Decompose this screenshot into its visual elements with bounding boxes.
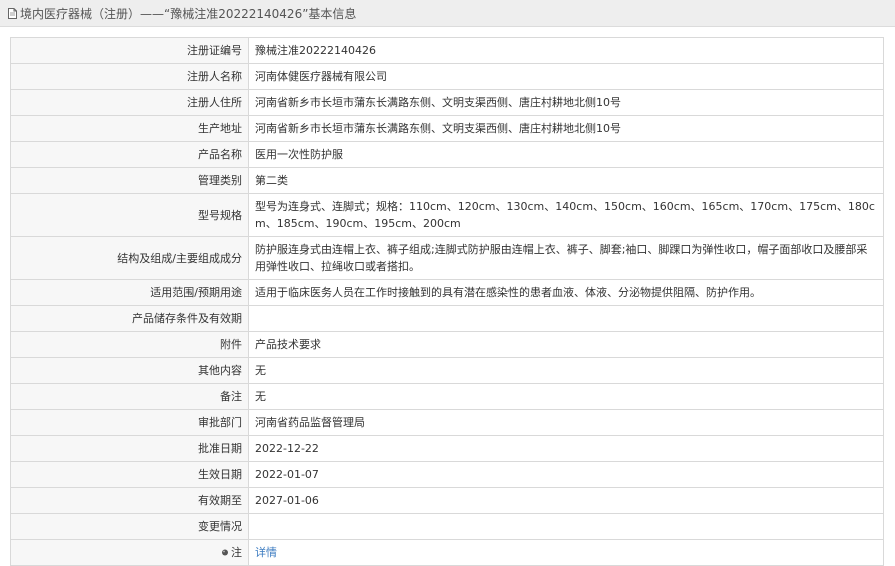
field-value: 第二类 (248, 167, 884, 194)
table-row: 备注 无 (10, 383, 884, 410)
field-label: 管理类别 (10, 167, 249, 194)
field-label: 适用范围/预期用途 (10, 279, 249, 306)
field-value: 河南省新乡市长垣市蒲东长满路东侧、文明支渠西侧、唐庄村耕地北侧10号 (248, 89, 884, 116)
table-row: 适用范围/预期用途 适用于临床医务人员在工作时接触到的具有潜在感染性的患者血液、… (10, 279, 884, 306)
field-label: 有效期至 (10, 487, 249, 514)
field-value: 豫械注准20222140426 (248, 37, 884, 64)
table-row: 其他内容 无 (10, 357, 884, 384)
table-row: 生产地址 河南省新乡市长垣市蒲东长满路东侧、文明支渠西侧、唐庄村耕地北侧10号 (10, 115, 884, 142)
field-label: 注册证编号 (10, 37, 249, 64)
field-label: 生产地址 (10, 115, 249, 142)
field-value: 适用于临床医务人员在工作时接触到的具有潜在感染性的患者血液、体液、分泌物提供阻隔… (248, 279, 884, 306)
table-row: 注册人住所 河南省新乡市长垣市蒲东长满路东侧、文明支渠西侧、唐庄村耕地北侧10号 (10, 89, 884, 116)
field-value (248, 513, 884, 540)
table-row: 管理类别 第二类 (10, 167, 884, 194)
note-label: 注 (231, 546, 242, 559)
info-table-container: 注册证编号 豫械注准20222140426 注册人名称 河南体健医疗器械有限公司… (10, 37, 884, 566)
field-value: 防护服连身式由连帽上衣、裤子组成;连脚式防护服由连帽上衣、裤子、脚套;袖口、脚踝… (248, 236, 884, 280)
field-label: 结构及组成/主要组成成分 (10, 236, 249, 280)
field-label: 审批部门 (10, 409, 249, 436)
field-label: 注册人名称 (10, 63, 249, 90)
table-row: 变更情况 (10, 513, 884, 540)
table-row: 附件 产品技术要求 (10, 331, 884, 358)
table-row: 型号规格 型号为连身式、连脚式；规格：110cm、120cm、130cm、140… (10, 193, 884, 237)
field-value: 型号为连身式、连脚式；规格：110cm、120cm、130cm、140cm、15… (248, 193, 884, 237)
field-value: 河南省新乡市长垣市蒲东长满路东侧、文明支渠西侧、唐庄村耕地北侧10号 (248, 115, 884, 142)
pin-icon (221, 545, 229, 556)
table-row: 产品储存条件及有效期 (10, 305, 884, 332)
page-header: 境内医疗器械（注册）——“豫械注准20222140426”基本信息 (0, 0, 895, 27)
field-label: 批准日期 (10, 435, 249, 462)
table-row: 批准日期 2022-12-22 (10, 435, 884, 462)
field-label: 产品名称 (10, 141, 249, 168)
field-value: 河南省药品监督管理局 (248, 409, 884, 436)
field-label: 产品储存条件及有效期 (10, 305, 249, 332)
field-label: 注册人住所 (10, 89, 249, 116)
field-label: 其他内容 (10, 357, 249, 384)
field-value: 医用一次性防护服 (248, 141, 884, 168)
field-value: 无 (248, 357, 884, 384)
field-value: 2027-01-06 (248, 487, 884, 514)
table-row-note: 注 详情 (10, 539, 884, 566)
field-label: 变更情况 (10, 513, 249, 540)
table-row: 注册人名称 河南体健医疗器械有限公司 (10, 63, 884, 90)
field-value: 无 (248, 383, 884, 410)
field-value: 河南体健医疗器械有限公司 (248, 63, 884, 90)
field-label: 生效日期 (10, 461, 249, 488)
field-value: 2022-12-22 (248, 435, 884, 462)
field-label: 备注 (10, 383, 249, 410)
field-value: 2022-01-07 (248, 461, 884, 488)
table-row: 有效期至 2027-01-06 (10, 487, 884, 514)
table-row: 生效日期 2022-01-07 (10, 461, 884, 488)
table-row: 审批部门 河南省药品监督管理局 (10, 409, 884, 436)
field-value: 产品技术要求 (248, 331, 884, 358)
note-value-cell: 详情 (248, 539, 884, 566)
field-label: 附件 (10, 331, 249, 358)
note-label-cell: 注 (10, 539, 249, 566)
table-row: 注册证编号 豫械注准20222140426 (10, 37, 884, 64)
field-label: 型号规格 (10, 193, 249, 237)
table-row: 结构及组成/主要组成成分 防护服连身式由连帽上衣、裤子组成;连脚式防护服由连帽上… (10, 236, 884, 280)
details-link[interactable]: 详情 (255, 546, 277, 559)
table-row: 产品名称 医用一次性防护服 (10, 141, 884, 168)
field-value (248, 305, 884, 332)
page-title: 境内医疗器械（注册）——“豫械注准20222140426”基本信息 (20, 6, 357, 21)
info-table: 注册证编号 豫械注准20222140426 注册人名称 河南体健医疗器械有限公司… (10, 37, 884, 566)
document-icon (8, 7, 17, 19)
